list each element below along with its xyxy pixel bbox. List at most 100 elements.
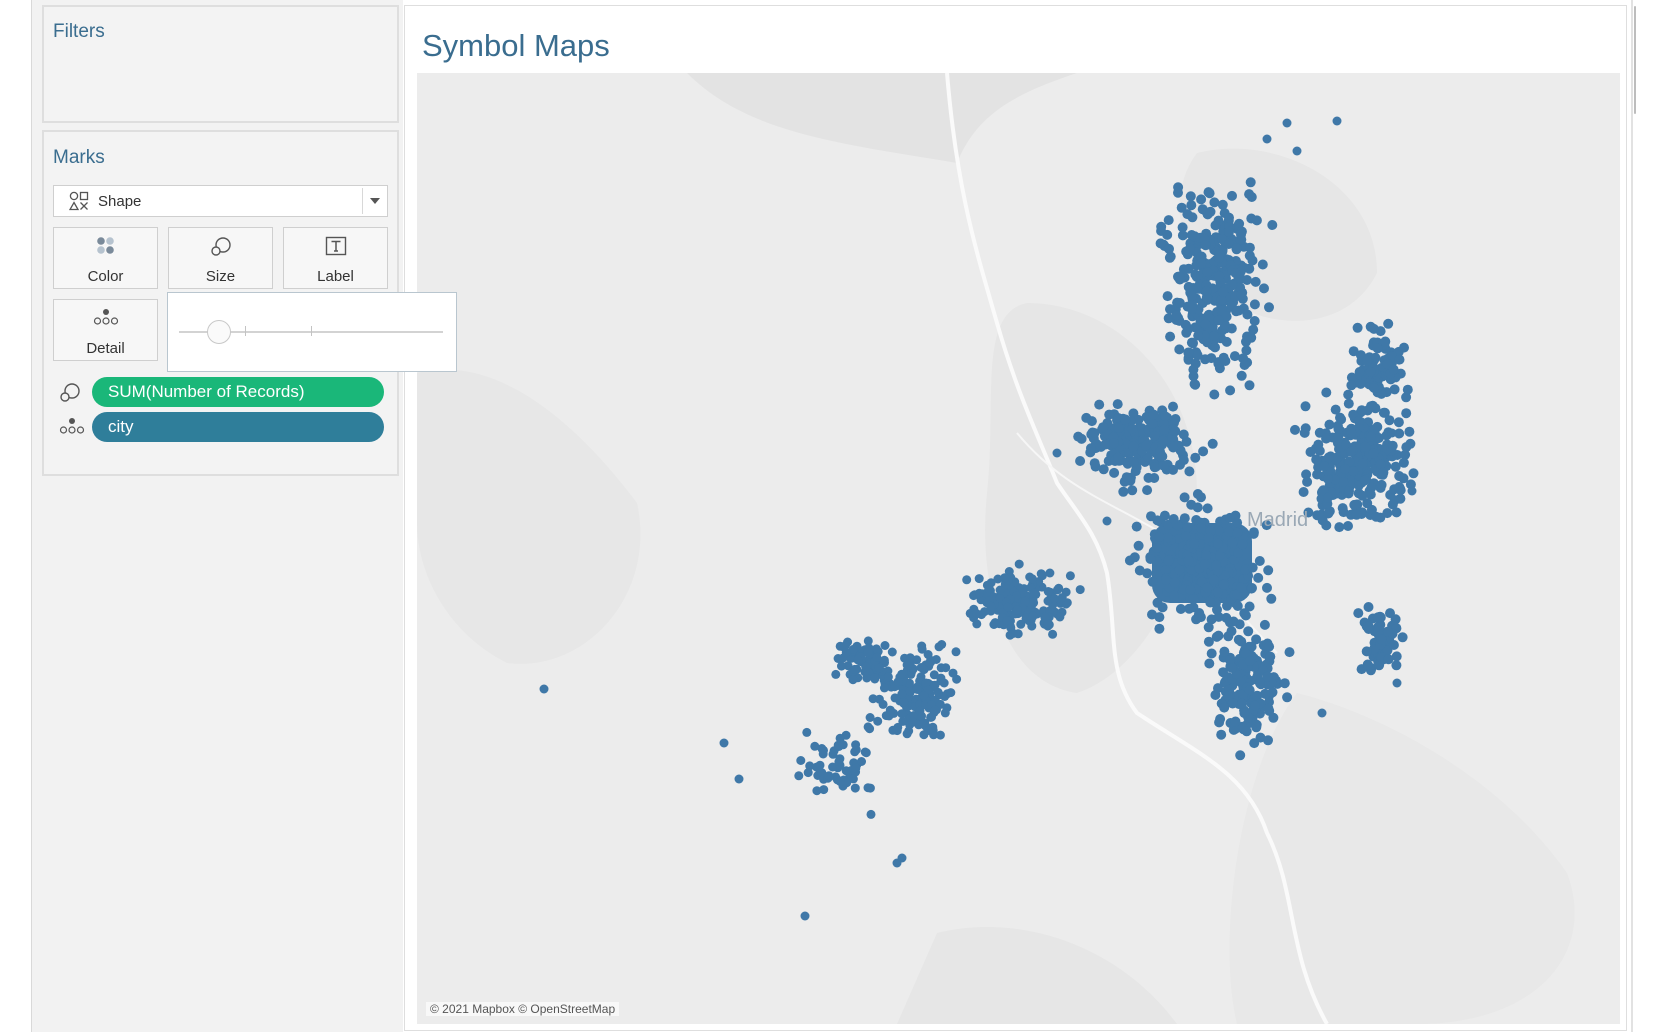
city-mark [1179, 492, 1190, 503]
label-button[interactable]: Label [283, 227, 388, 289]
city-mark [1333, 423, 1344, 434]
city-mark [1346, 427, 1357, 438]
city-mark [1182, 522, 1193, 533]
city-mark [935, 730, 945, 740]
city-mark [1134, 565, 1145, 576]
city-mark [1376, 634, 1387, 645]
city-mark [1168, 401, 1178, 412]
city-mark [1120, 414, 1131, 425]
city-mark [1214, 271, 1225, 282]
size-button[interactable]: Size [168, 227, 273, 289]
city-mark [1265, 651, 1276, 662]
city-mark [837, 661, 846, 671]
city-mark [1237, 698, 1247, 709]
city-mark [1201, 286, 1212, 297]
city-mark [1363, 621, 1374, 632]
city-mark [1162, 291, 1173, 302]
city-mark [1366, 401, 1376, 412]
city-mark [1213, 315, 1224, 326]
detail-button[interactable]: Detail [53, 299, 158, 361]
city-mark [1209, 197, 1220, 208]
city-mark [872, 652, 882, 662]
city-mark [1113, 452, 1123, 463]
city-mark [861, 662, 871, 672]
detail-pill-row: city [54, 412, 384, 442]
city-mark [1244, 656, 1255, 666]
city-mark [1231, 305, 1242, 316]
city-mark [719, 738, 729, 748]
city-mark [1302, 476, 1313, 487]
city-mark [1175, 604, 1186, 614]
map-attribution: © 2021 Mapbox © OpenStreetMap [426, 1002, 620, 1016]
city-mark [1231, 243, 1242, 254]
city-mark [1338, 507, 1349, 518]
city-mark [1357, 490, 1368, 501]
city-mark [1200, 240, 1211, 251]
city-mark [1353, 608, 1364, 619]
size-circles-icon [59, 382, 81, 409]
city-mark [1268, 712, 1279, 723]
city-mark [1317, 708, 1327, 718]
city-mark [835, 776, 845, 786]
dimension-pill-city[interactable]: city [92, 412, 384, 442]
city-mark [1190, 452, 1201, 463]
sidebar: Filters Marks Shape Color Size Label Det… [32, 0, 403, 1032]
city-mark [1020, 596, 1030, 606]
city-mark [1196, 258, 1207, 269]
city-mark [1186, 290, 1197, 301]
city-mark [1169, 590, 1180, 601]
city-mark [883, 672, 893, 682]
city-mark [1163, 215, 1174, 226]
city-mark [1174, 564, 1185, 575]
measure-pill-records[interactable]: SUM(Number of Records) [92, 377, 384, 407]
city-mark [1382, 508, 1393, 519]
city-mark [1196, 194, 1207, 205]
city-mark [1187, 303, 1197, 314]
size-label: Size [205, 268, 236, 285]
city-mark [1149, 473, 1160, 483]
city-mark [1362, 355, 1373, 366]
city-mark [863, 647, 873, 657]
city-mark [1207, 438, 1218, 449]
city-mark [1160, 411, 1170, 422]
city-mark [1161, 575, 1172, 585]
city-mark [1198, 446, 1209, 457]
filters-card[interactable]: Filters [42, 5, 399, 123]
city-mark [940, 708, 950, 718]
city-mark [1263, 735, 1273, 746]
scrollbar-thumb[interactable] [1634, 6, 1636, 114]
city-mark [1174, 344, 1185, 355]
city-mark [1014, 559, 1024, 569]
city-mark [897, 853, 907, 863]
city-mark [1249, 299, 1260, 310]
text-label-icon [284, 236, 387, 261]
city-mark [1211, 560, 1221, 571]
color-button[interactable]: Color [53, 227, 158, 289]
city-mark [1407, 486, 1417, 496]
city-mark [1262, 134, 1272, 144]
city-mark [1338, 477, 1349, 487]
city-mark [1250, 276, 1261, 287]
city-mark [1383, 318, 1394, 329]
city-mark [1203, 532, 1214, 543]
symbol-map[interactable]: Madrid © 2021 Mapbox © OpenStreetMap [417, 73, 1620, 1024]
city-mark [974, 574, 984, 584]
city-mark [1075, 585, 1085, 595]
city-mark [1140, 440, 1151, 451]
city-mark [1154, 531, 1165, 542]
city-mark [1323, 452, 1334, 463]
city-mark [1300, 401, 1311, 412]
city-mark [1222, 600, 1232, 611]
city-mark [1189, 538, 1200, 549]
city-mark [1321, 520, 1332, 531]
city-mark [1365, 431, 1376, 442]
mark-type-dropdown[interactable]: Shape [53, 185, 388, 217]
city-mark [1394, 354, 1405, 365]
chevron-down-icon[interactable] [370, 198, 380, 204]
city-mark [1183, 323, 1194, 334]
city-mark [838, 740, 848, 750]
city-mark [1266, 593, 1277, 604]
city-mark [1282, 692, 1293, 703]
city-mark [1319, 461, 1330, 472]
size-slider-thumb[interactable] [206, 320, 231, 344]
